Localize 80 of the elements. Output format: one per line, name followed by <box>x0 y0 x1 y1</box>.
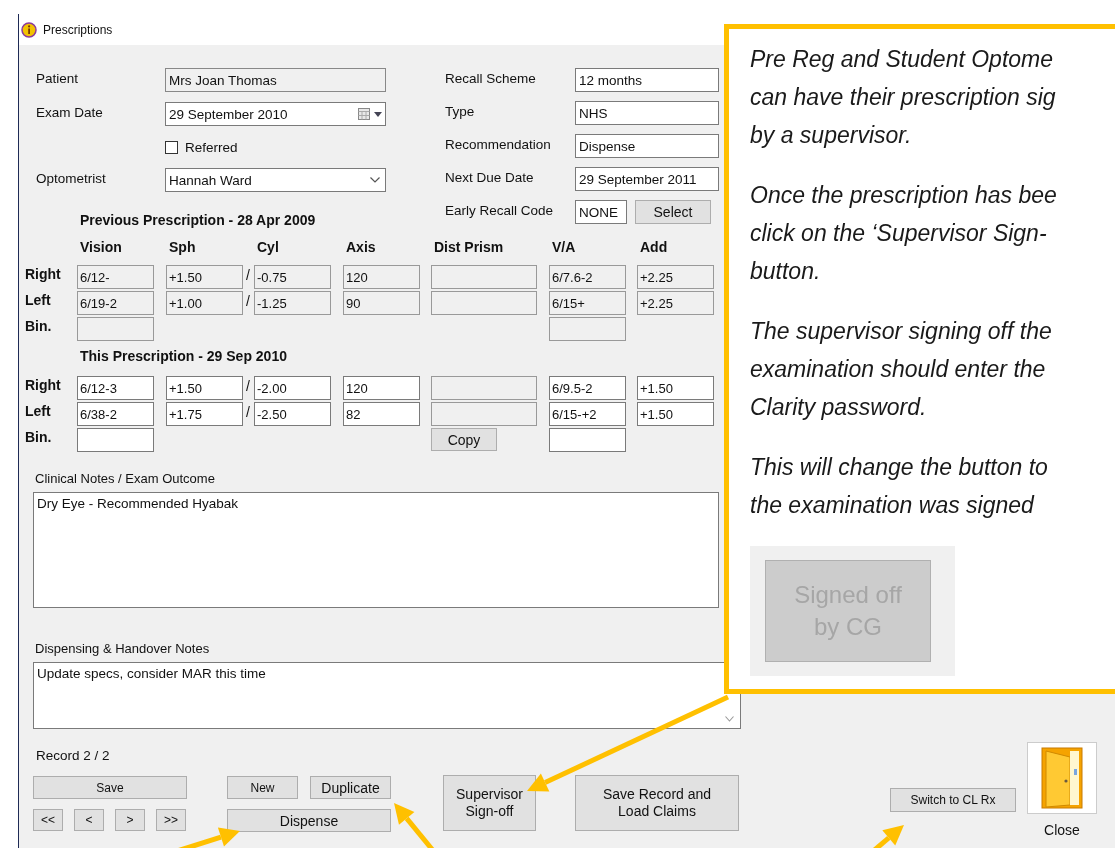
notes-field[interactable]: Dry Eye - Recommended Hyabak <box>33 492 719 608</box>
checkbox-label: Referred <box>185 139 238 155</box>
save-and-load-claims-button[interactable]: Save Record and Load Claims <box>575 775 739 831</box>
field-label: Exam Date <box>36 104 104 120</box>
section-label: Clinical Notes / Exam Outcome <box>35 471 215 487</box>
field-label: Next Due Date <box>445 169 535 185</box>
callout-paragraph: This will change the button to the examination was signed <box>750 453 1049 520</box>
save-button[interactable]: Save <box>33 776 187 799</box>
supervisor-sign-off-button[interactable]: Supervisor Sign-off <box>443 775 536 831</box>
input-field[interactable]: 82 <box>343 402 420 426</box>
column-header: V/A <box>551 238 577 256</box>
section-title: Previous Prescription - 28 Apr 2009 <box>80 211 317 229</box>
text-field[interactable]: NONE <box>575 200 627 224</box>
text-field[interactable]: NHS <box>575 101 719 125</box>
date-picker[interactable]: 29 September 2010 <box>165 102 386 126</box>
input-field[interactable]: +1.50 <box>166 376 243 400</box>
input-field[interactable] <box>549 428 626 452</box>
field-label: Recall Scheme <box>445 70 537 86</box>
input-field[interactable]: 6/15-+2 <box>549 402 626 426</box>
input-field[interactable] <box>77 428 154 452</box>
navigation-button[interactable]: > <box>115 809 145 831</box>
field-label: Patient <box>36 70 80 86</box>
field-label: Optometrist <box>36 170 107 186</box>
section-title: This Prescription - 29 Sep 2010 <box>80 347 288 365</box>
calendar-icon <box>358 108 370 120</box>
input-field[interactable]: +1.75 <box>166 402 243 426</box>
navigation-button[interactable]: >> <box>156 809 186 831</box>
separator-text: / <box>245 266 251 285</box>
record-counter: Record 2 / 2 <box>36 748 111 764</box>
navigation-button[interactable]: << <box>33 809 63 831</box>
input-field[interactable]: 6/12-3 <box>77 376 154 400</box>
callout-paragraph: Once the prescription has bee click on the ‘Supervisor Sign- button. <box>750 181 1058 286</box>
chevron-down-icon <box>370 177 380 183</box>
column-header: Axis <box>345 238 377 256</box>
row-label: Bin. <box>25 317 53 335</box>
copy-button[interactable]: Copy <box>431 428 497 451</box>
input-field[interactable]: 6/38-2 <box>77 402 154 426</box>
row-label: Right <box>25 265 62 283</box>
input-field[interactable]: +1.50 <box>637 376 714 400</box>
row-label: Right <box>25 376 62 394</box>
text-field[interactable]: Dispense <box>575 134 719 158</box>
checkbox[interactable] <box>165 140 178 154</box>
input-field[interactable]: -2.50 <box>254 402 331 426</box>
field-label: Type <box>445 103 476 119</box>
column-header: Sph <box>168 238 197 256</box>
input-field[interactable]: 120 <box>343 376 420 400</box>
switch-button[interactable]: Switch to CL Rx <box>890 788 1016 812</box>
dispense-button[interactable]: Dispense <box>227 809 391 832</box>
text-field[interactable]: 29 September 2011 <box>575 167 719 191</box>
door-icon <box>1040 747 1084 809</box>
row-label: Left <box>25 291 52 309</box>
text-field[interactable]: Mrs Joan Thomas <box>165 68 386 92</box>
input-field[interactable]: -2.00 <box>254 376 331 400</box>
info-icon <box>21 21 37 38</box>
select-button[interactable]: Select <box>635 200 711 224</box>
section-label: Dispensing & Handover Notes <box>35 641 210 657</box>
field-label: Early Recall Code <box>445 202 555 218</box>
window-title: Prescriptions <box>43 22 113 37</box>
new-button[interactable]: New <box>227 776 298 799</box>
separator-text: / <box>245 377 251 396</box>
column-header: Cyl <box>256 238 280 256</box>
text-field[interactable]: 12 months <box>575 68 719 92</box>
caret-icon <box>374 111 382 117</box>
navigation-button[interactable]: < <box>74 809 104 831</box>
row-label: Left <box>25 402 52 420</box>
input-field[interactable]: 6/9.5-2 <box>549 376 626 400</box>
column-header: Add <box>639 238 669 256</box>
input-field[interactable]: +1.50 <box>637 402 714 426</box>
callout-paragraph: Pre Reg and Student Optome can have their prescription sig by a supervisor. <box>750 45 1057 150</box>
notes-field[interactable]: Update specs, consider MAR this time <box>33 662 741 729</box>
row-label: Bin. <box>25 428 53 446</box>
dropdown-field[interactable]: Hannah Ward <box>165 168 386 192</box>
column-header: Vision <box>79 238 123 256</box>
column-header: Dist Prism <box>433 238 505 256</box>
scroll-down-icon <box>725 716 734 722</box>
duplicate-button[interactable]: Duplicate <box>310 776 391 799</box>
separator-text: / <box>245 403 251 422</box>
callout-paragraph: The supervisor signing off the examination should enter the Clarity password. <box>750 317 1053 422</box>
field-label: Recommendation <box>445 136 552 152</box>
separator-text: / <box>245 292 251 311</box>
